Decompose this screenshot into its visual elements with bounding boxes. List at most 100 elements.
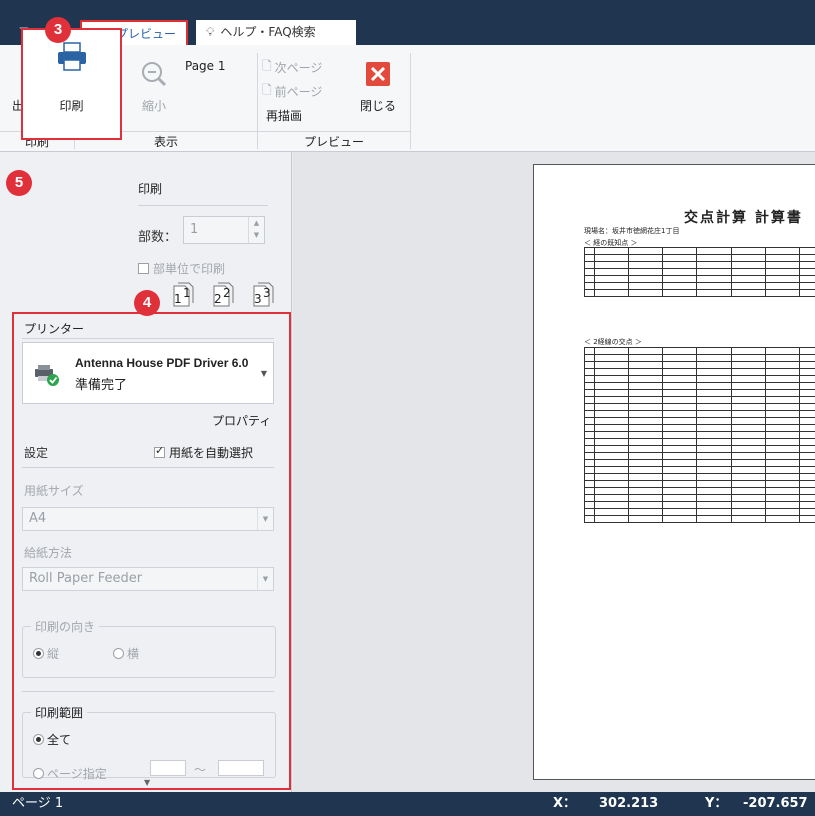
ribbon-group-preview: プレビュー [303,135,364,149]
paper-size-label: 用紙サイズ [24,484,84,498]
orientation-group: 印刷の向き 縦 横 [22,618,276,678]
range-pages-radio[interactable]: ページ指定 [33,765,107,782]
prev-page-label: 前ページ [274,85,323,99]
lightbulb-icon: 💡︎ [206,25,215,39]
print-button[interactable]: 印刷 [21,28,122,140]
settings-label: 設定 [24,446,49,460]
document-page: 交点計算 計算書 現場名：坂井市徳網花庄1丁目 ＜ 経の既知点 ＞ ＜ 2経線の… [533,164,815,780]
orientation-portrait-radio[interactable]: 縦 [33,645,59,662]
radio-dot [33,768,44,779]
range-tilde: ～ [194,763,207,777]
printer-icon [57,42,86,71]
collate-checkbox[interactable]: 部単位で印刷 [138,260,225,277]
radio-dot [113,648,124,659]
radio-dot [33,648,44,659]
divider [22,691,274,692]
range-from-input[interactable] [150,760,186,776]
close-icon [366,62,390,86]
auto-paper-checkbox-box [154,444,165,458]
divider [22,338,274,339]
feed-method-select[interactable]: Roll Paper Feeder ▼ [22,567,274,591]
orientation-landscape-radio[interactable]: 横 [113,645,139,662]
properties-link[interactable]: プロパティ [212,412,271,429]
next-page-button[interactable]: 🗋︎ 次ページ [262,57,322,78]
ribbon-separator [410,53,411,149]
printer-status: 準備完了 [75,378,128,393]
collate-page-number: 2 [223,286,231,300]
title-tab-strip: ファ 印刷プレビュー 💡︎ ヘルプ・FAQ検索 [0,0,815,45]
divider [22,467,274,468]
status-bar: ページ 1 X： 302.213 Y： -207.657 [0,792,815,816]
range-pages-label: ページ指定 [47,767,107,781]
document-title: 交点計算 計算書 [684,210,803,226]
page-icon: 🗋︎ [262,59,272,73]
printer-ready-icon [35,365,59,386]
copies-input[interactable]: 1 ▲ ▼ [183,216,265,244]
status-x-label: X： [553,796,577,811]
page-indicator: Page 1 [185,59,226,73]
intersection-table [584,347,815,523]
paper-size-select[interactable]: A4 ▼ [22,507,274,531]
redraw-button[interactable]: 再描画 [266,107,302,124]
printer-name: Antenna House PDF Driver 6.0 [75,356,249,370]
status-x-value: 302.213 [599,796,659,811]
collate-page-number: 3 [254,292,262,306]
callout-marker-5: 5 [6,170,32,196]
printer-heading: プリンター [24,322,85,336]
copies-value: 1 [190,222,199,237]
print-button-label: 印刷 [59,99,84,113]
orientation-title: 印刷の向き [31,618,100,635]
callout-marker-3: 3 [45,17,71,43]
collate-label: 部単位で印刷 [153,262,226,276]
feed-method-value: Roll Paper Feeder [29,571,143,586]
feed-method-label: 給紙方法 [24,546,73,560]
zoom-out-button[interactable]: 縮小 [132,59,176,114]
auto-paper-label: 用紙を自動選択 [169,446,254,460]
printer-select[interactable]: Antenna House PDF Driver 6.0 準備完了 ▼ [22,342,274,404]
status-y-label: Y： [705,796,728,811]
orientation-portrait-label: 縦 [47,647,60,661]
print-range-title: 印刷範囲 [31,704,88,721]
document-section-heading: ＜ 2経線の交点 ＞ [584,338,642,346]
close-label: 閉じる [359,99,396,113]
collate-page-number: 1 [183,286,191,300]
auto-paper-checkbox[interactable]: 用紙を自動選択 [154,444,253,461]
copies-label: 部数： [138,230,178,245]
next-page-label: 次ページ [274,61,323,75]
orientation-landscape-label: 横 [127,647,140,661]
collate-page-number: 3 [263,286,271,300]
radio-dot [33,734,44,745]
paper-size-value: A4 [29,511,47,526]
print-heading: 印刷 [138,182,163,196]
collate-page-number: 1 [174,292,182,306]
close-preview-button[interactable]: 閉じる [356,59,400,114]
zoom-out-icon [142,62,167,87]
preview-area[interactable]: 交点計算 計算書 現場名：坂井市徳網花庄1丁目 ＜ 経の既知点 ＞ ＜ 2経線の… [293,152,815,792]
page-stack-icon: 1 1 [172,282,194,308]
page-stack-icon: 3 3 [252,282,274,308]
callout-marker-4: 4 [134,290,160,316]
help-search-label: ヘルプ・FAQ検索 [220,25,316,39]
collate-illustration: 1 1 2 2 3 3 [172,282,274,308]
status-y-value: -207.657 [743,796,808,811]
zoom-out-label: 縮小 [141,99,166,113]
known-points-table [584,247,815,297]
range-to-input[interactable] [218,760,264,776]
ribbon: 出力設定 拡大 縮小 Page 1 🗋︎次ページ 🗋︎前ページ 再描画 [0,45,815,152]
status-page: ページ 1 [12,796,64,811]
chevron-down-icon: ▼ [257,508,273,530]
chevron-down-icon: ▼ [257,568,273,590]
page-stack-icon: 2 2 [212,282,234,308]
help-search-tab[interactable]: 💡︎ ヘルプ・FAQ検索 [196,20,356,45]
collate-checkbox-box [138,263,149,274]
collate-page-number: 2 [214,292,222,306]
range-all-radio[interactable]: 全て [33,731,71,748]
range-all-label: 全て [47,733,72,747]
document-site-name: 現場名：坂井市徳網花庄1丁目 [584,227,680,235]
page-icon: 🗋︎ [262,83,272,97]
copies-spinner-arrows[interactable]: ▲ ▼ [248,217,264,243]
chevron-down-icon: ▼ [260,369,267,378]
prev-page-button[interactable]: 🗋︎ 前ページ [262,81,322,102]
scroll-down-icon[interactable]: ▼ [144,778,150,787]
divider [138,205,268,206]
